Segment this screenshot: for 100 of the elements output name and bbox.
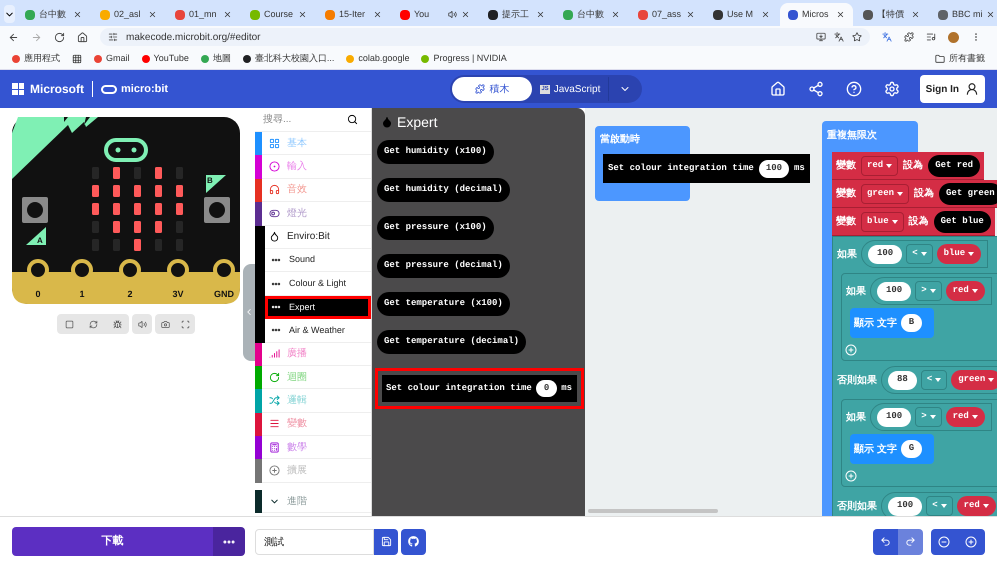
close-icon[interactable]	[73, 10, 82, 19]
comparison-block[interactable]: 100 < blue	[861, 240, 988, 268]
variable-block[interactable]: green	[951, 370, 997, 390]
download-button[interactable]: 下載	[12, 527, 213, 556]
reporter-block[interactable]: Get blue	[934, 210, 991, 232]
variable-block[interactable]: red	[946, 407, 985, 427]
bookmark[interactable]: colab.google	[346, 52, 410, 66]
variable-dropdown[interactable]: blue	[861, 212, 904, 232]
close-icon[interactable]	[148, 10, 157, 19]
close-icon[interactable]	[911, 10, 920, 19]
back-icon[interactable]	[8, 32, 19, 42]
statement-block[interactable]: Set colour integration time 0 ms	[382, 375, 577, 402]
extensions-icon[interactable]	[904, 32, 914, 42]
browser-tab[interactable]: You	[392, 3, 478, 26]
browser-tab[interactable]: 07_ass	[630, 3, 703, 26]
add-branch-icon[interactable]	[845, 344, 857, 356]
media-icon[interactable]	[926, 32, 936, 42]
browser-tab[interactable]: 01_mn	[167, 3, 240, 26]
search-field[interactable]: 搜尋...	[263, 112, 347, 127]
text-field[interactable]: G	[900, 440, 922, 458]
caret-icon[interactable]	[935, 378, 942, 382]
undo-button[interactable]	[873, 528, 898, 554]
close-icon[interactable]	[761, 10, 770, 19]
caret-icon[interactable]	[886, 164, 892, 168]
bookmark[interactable]: 應用程式	[12, 52, 60, 66]
close-icon[interactable]	[836, 10, 845, 19]
extension-icon[interactable]	[882, 32, 892, 42]
number-field[interactable]: 0	[536, 380, 558, 397]
reporter-block[interactable]: Get temperature (x100)	[377, 292, 510, 316]
caret-icon[interactable]	[930, 415, 936, 419]
close-icon[interactable]	[461, 10, 470, 19]
toolbox-subcategory[interactable]: Sound	[265, 248, 371, 272]
bookmark[interactable]: Progress | NVIDIA	[421, 52, 507, 66]
editor-mode-tab[interactable]: 積木	[452, 77, 532, 101]
caret-icon[interactable]	[897, 192, 904, 196]
comparison-block[interactable]: 100 < red	[881, 492, 997, 516]
comparison-block[interactable]: 100 > red	[870, 403, 992, 431]
toolbox-category[interactable]: Enviro:Bit	[265, 226, 371, 249]
variable-block[interactable]: blue	[936, 244, 982, 264]
avatar-icon[interactable]	[948, 32, 959, 42]
tab-groups-icon[interactable]	[72, 54, 82, 64]
horizontal-scrollbar[interactable]	[588, 509, 718, 513]
caret-icon[interactable]	[940, 504, 947, 508]
variable-block[interactable]: red	[946, 281, 985, 301]
more-button[interactable]	[213, 527, 245, 556]
button-b-drawing[interactable]	[204, 197, 230, 223]
browser-tab[interactable]: 提示工	[480, 3, 553, 26]
toolbox-subcategory[interactable]: Expert	[265, 296, 371, 320]
number-field[interactable]: 100	[758, 160, 790, 178]
caret-icon[interactable]	[988, 378, 994, 382]
address-bar[interactable]: makecode.microbit.org/#editor	[100, 28, 870, 46]
browser-tab[interactable]: BBC mi	[930, 3, 997, 26]
browser-tab[interactable]: 15-Iter	[317, 3, 390, 26]
reporter-block[interactable]: Get red	[928, 154, 980, 176]
close-icon[interactable]	[298, 10, 307, 19]
zoom-out-button[interactable]	[931, 528, 957, 554]
browser-tab[interactable]: 【特價	[855, 3, 928, 26]
translate-icon[interactable]	[834, 32, 844, 42]
comparison-block[interactable]: 100 > red	[870, 277, 992, 305]
save-button[interactable]	[374, 528, 398, 554]
reporter-block[interactable]: Get temperature (decimal)	[377, 330, 526, 354]
number-field[interactable]: 100	[888, 496, 922, 516]
bookmark[interactable]: 臺北科大校園入口...	[242, 52, 334, 66]
close-icon[interactable]	[373, 10, 382, 19]
sign-in-button[interactable]: Sign In	[920, 75, 985, 103]
reporter-block[interactable]: Get pressure (x100)	[377, 216, 494, 240]
variable-dropdown[interactable]: red	[861, 156, 898, 176]
number-field[interactable]: 100	[877, 282, 912, 300]
browser-tab[interactable]: 台中數	[17, 3, 90, 26]
reporter-block[interactable]: Get humidity (decimal)	[377, 178, 510, 202]
variable-dropdown[interactable]: green	[861, 184, 910, 204]
if-block[interactable]: 如果 100 > red 顯示 文字 B	[841, 273, 997, 361]
project-name-field[interactable]: 測試	[255, 528, 374, 554]
mute-button[interactable]	[132, 314, 152, 334]
browser-tab[interactable]: Micros	[780, 3, 853, 26]
close-icon[interactable]	[986, 10, 995, 19]
settings-icon[interactable]	[884, 81, 900, 97]
bookmark[interactable]: Gmail	[94, 52, 130, 66]
number-field[interactable]: 100	[868, 244, 902, 264]
number-field[interactable]: 88	[888, 370, 917, 390]
caret-icon[interactable]	[930, 289, 936, 293]
close-icon[interactable]	[223, 10, 232, 19]
show-string-block[interactable]: 顯示 文字 B	[850, 308, 934, 338]
caret-icon[interactable]	[968, 252, 974, 256]
bookmark[interactable]: YouTube	[142, 52, 189, 66]
reporter-block[interactable]: Get humidity (x100)	[377, 140, 494, 164]
button-a-drawing[interactable]	[22, 197, 48, 223]
bookmark[interactable]: 地圖	[200, 52, 231, 66]
all-bookmarks[interactable]: 所有書籤	[935, 52, 985, 66]
text-field[interactable]: B	[900, 314, 922, 332]
close-icon[interactable]	[536, 10, 545, 19]
set-variable-block[interactable]: 變數 green 設為 Get green	[832, 180, 997, 208]
if-else-block[interactable]: 如果 100 < blue 如果 100 > red 顯示 文字 B 否則如果 88 < green 如果 100 > red 顯示 文字 G 否則如果 100 < red	[832, 236, 997, 516]
set-variable-block[interactable]: 變數 red 設為 Get red	[832, 152, 984, 180]
tab-list-button[interactable]	[4, 5, 15, 23]
reporter-block[interactable]: Get pressure (decimal)	[377, 254, 510, 278]
browser-tab[interactable]: 台中數	[555, 3, 628, 26]
site-settings-icon[interactable]	[108, 32, 118, 42]
comparison-block[interactable]: 88 < green	[881, 366, 997, 394]
set-variable-block[interactable]: 變數 blue 設為 Get blue	[832, 208, 995, 236]
